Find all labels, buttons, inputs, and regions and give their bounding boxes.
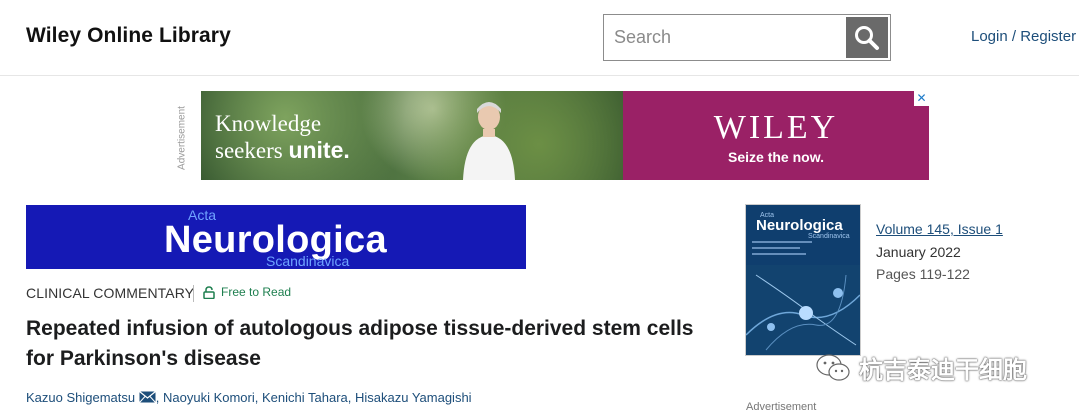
cover-header: Acta Neurologica Scandinavica <box>746 205 860 241</box>
journal-cover-image[interactable]: Acta Neurologica Scandinavica <box>746 205 860 355</box>
meta-divider <box>193 285 194 302</box>
free-to-read-badge: Free to Read <box>203 285 291 299</box>
issue-pages: Pages 119-122 <box>876 266 970 282</box>
ad-headline: Knowledge seekers unite. <box>215 111 350 163</box>
login-register-link[interactable]: Login / Register <box>971 28 1076 45</box>
search-input[interactable] <box>614 23 846 51</box>
wechat-logo-icon <box>816 353 850 381</box>
author-link[interactable]: Hisakazu Yamagishi <box>355 390 472 405</box>
search-icon <box>855 25 879 50</box>
corresponding-author-envelope-icon[interactable] <box>138 391 156 403</box>
advertisement-banner[interactable]: Knowledge seekers unite. WILEY Seize the… <box>201 91 929 180</box>
author-link[interactable]: Kenichi Tahara <box>262 390 348 405</box>
unlock-icon <box>203 285 215 299</box>
article-title: Repeated infusion of autologous adipose … <box>26 317 694 370</box>
search-box <box>603 14 891 61</box>
advertisement-label: Advertisement <box>746 401 817 413</box>
cover-neuron-art <box>746 265 860 355</box>
author-list: Kazuo Shigematsu , Naoyuki Komori, Kenic… <box>26 390 472 405</box>
article-type-label: CLINICAL COMMENTARY <box>26 285 195 301</box>
site-header: Wiley Online Library Login / Register <box>0 0 1079 76</box>
cover-text-lines <box>752 241 812 259</box>
ad-photo-panel: Knowledge seekers unite. <box>201 91 623 180</box>
site-brand-logo[interactable]: Wiley Online Library <box>26 24 231 48</box>
ad-close-icon[interactable]: ✕ <box>914 91 929 106</box>
ad-brand-panel: WILEY Seize the now. ✕ <box>623 91 929 180</box>
journal-banner-scandinavica: Scandinavica <box>266 253 350 269</box>
cover-title: Neurologica <box>756 217 843 234</box>
author-link[interactable]: Naoyuki Komori <box>163 390 255 405</box>
volume-issue-link[interactable]: Volume 145, Issue 1 <box>876 221 1003 237</box>
journal-banner[interactable]: Acta Neurologica Scandinavica <box>26 205 526 269</box>
ad-tagline: Seize the now. <box>728 149 824 165</box>
ad-wiley-logo: WILEY <box>713 109 839 146</box>
search-button[interactable] <box>846 17 888 58</box>
wechat-watermark: 杭吉泰迪干细胞 <box>815 350 1027 385</box>
cover-scandinavica: Scandinavica <box>808 233 850 240</box>
author-link[interactable]: Kazuo Shigematsu <box>26 390 135 405</box>
issue-date: January 2022 <box>876 244 961 260</box>
advertisement-side-label: Advertisement <box>176 106 188 170</box>
ad-person-image <box>463 102 515 180</box>
